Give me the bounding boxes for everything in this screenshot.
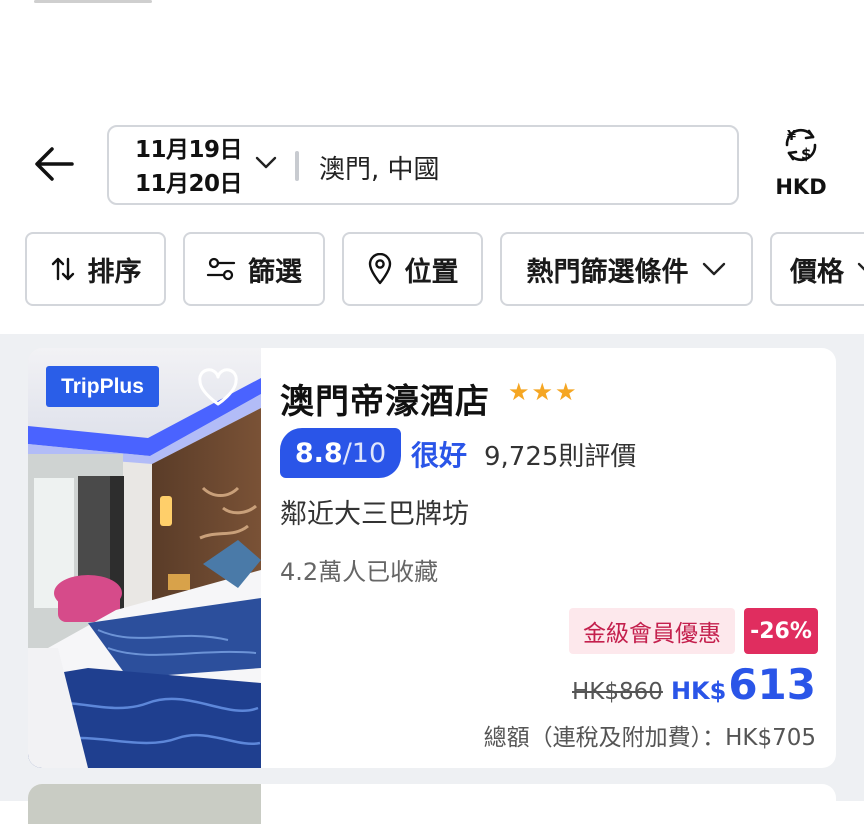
chevron-down-icon [857, 262, 864, 271]
arrow-left-icon [35, 147, 74, 181]
review-count[interactable]: 9,725則評價 [484, 436, 636, 473]
review-score-badge: 8.8/10 [280, 428, 401, 478]
currency-label: HKD [775, 175, 827, 199]
heart-icon[interactable] [196, 368, 240, 408]
sort-label: 排序 [87, 256, 142, 288]
check-out-date: 11月20日 [135, 171, 243, 197]
chevron-down-icon[interactable] [254, 155, 278, 171]
review-score-word: 很好 [411, 439, 468, 472]
hotel-photo[interactable]: TripPlus [28, 348, 261, 768]
price-filter-label: 價格 [790, 256, 844, 288]
popular-filters-label: 熱門篩選條件 [526, 256, 689, 288]
currency-switch[interactable]: ¥ $ HKD [770, 123, 832, 199]
date-range[interactable]: 11月19日 11月20日 [135, 133, 247, 201]
review-score: 8.8 [294, 437, 343, 469]
hotel-list: TripPlus 澳門帝濠酒店 ★★★ 8.8/10 很好 9,725則評價 鄰… [0, 334, 864, 824]
total-price: 總額（連稅及附加費）：HK$705 [483, 725, 816, 751]
check-in-date: 11月19日 [135, 137, 243, 163]
tripplus-badge: TripPlus [46, 366, 159, 407]
hotel-photo-next [28, 784, 261, 824]
member-deal-badge: 金級會員優惠 [569, 608, 735, 654]
filter-button[interactable]: 篩選 [183, 232, 325, 306]
discount-badge: -26% [744, 608, 818, 654]
search-header: 11月19日 11月20日 澳門, 中國 ¥ $ HKD [0, 120, 864, 212]
popular-filters-button[interactable]: 熱門篩選條件 [500, 232, 753, 306]
sort-icon [51, 257, 74, 281]
chevron-down-icon [702, 262, 725, 276]
status-bar-area [0, 0, 864, 110]
review-score-denominator: /10 [342, 437, 387, 469]
hotel-name[interactable]: 澳門帝濠酒店 [280, 374, 490, 423]
svg-text:$: $ [801, 145, 811, 163]
location-label: 位置 [404, 256, 459, 288]
currency-exchange-icon: ¥ $ [785, 128, 817, 163]
star-rating: ★★★ [508, 378, 579, 406]
filter-bar: 排序 篩選 位置 熱門篩選條件 價格 [0, 232, 864, 306]
original-price: HK$860 [572, 679, 663, 705]
price-currency: HK$ [670, 677, 727, 705]
location-button[interactable]: 位置 [342, 232, 483, 306]
sort-button[interactable]: 排序 [25, 232, 166, 306]
search-summary-box[interactable]: 11月19日 11月20日 澳門, 中國 [107, 125, 739, 205]
sliders-icon [206, 257, 236, 281]
filter-label: 篩選 [248, 256, 302, 288]
hotel-info: 澳門帝濠酒店 ★★★ 8.8/10 很好 9,725則評價 鄰近大三巴牌坊 4.… [280, 348, 826, 768]
status-bar-remnant [34, 0, 152, 3]
discounted-price: 613 [728, 660, 816, 709]
hotel-card-next[interactable] [28, 784, 836, 824]
price-filter-button[interactable]: 價格 [770, 232, 864, 306]
nearby-landmark: 鄰近大三巴牌坊 [280, 499, 469, 530]
destination-text[interactable]: 澳門, 中國 [319, 149, 440, 186]
back-button[interactable] [28, 138, 80, 190]
price-row: HK$860 HK$ 613 [572, 660, 816, 709]
hotel-room-image [28, 348, 261, 768]
saved-count: 4.2萬人已收藏 [280, 558, 439, 586]
divider [295, 151, 299, 181]
map-pin-icon [368, 253, 391, 285]
svg-text:¥: ¥ [787, 129, 796, 144]
hotel-card[interactable]: TripPlus 澳門帝濠酒店 ★★★ 8.8/10 很好 9,725則評價 鄰… [28, 348, 836, 768]
